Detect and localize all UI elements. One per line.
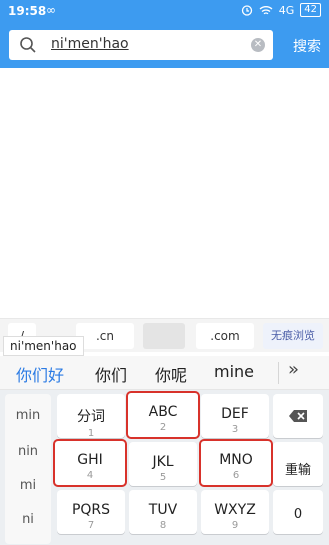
pinyin-composition: ni'men'hao bbox=[3, 336, 84, 356]
key-number: 2 bbox=[159, 422, 167, 433]
suggest-chip-cn[interactable]: .cn bbox=[76, 323, 134, 349]
key-number: 9 bbox=[231, 520, 239, 531]
side-option-mi[interactable]: mi bbox=[5, 478, 51, 493]
candidate-4[interactable]: mine bbox=[214, 362, 254, 381]
clear-icon[interactable]: ✕ bbox=[251, 38, 265, 52]
candidate-divider bbox=[278, 362, 279, 384]
key-5[interactable]: JKL 5 bbox=[129, 442, 197, 486]
status-bar: 19:58 ∞ 4G 42 bbox=[0, 0, 329, 22]
expand-candidates-button[interactable]: » bbox=[288, 359, 299, 380]
key-label: TUV bbox=[148, 502, 178, 518]
side-option-min[interactable]: min bbox=[5, 408, 51, 423]
key-0[interactable]: 0 bbox=[273, 490, 323, 534]
key-label: DEF bbox=[221, 406, 249, 422]
candidate-3[interactable]: 你呢 bbox=[155, 362, 187, 386]
search-query: ni'men'hao bbox=[51, 36, 129, 52]
key-label: 重输 bbox=[284, 463, 311, 478]
key-2[interactable]: ABC 2 bbox=[126, 391, 200, 439]
key-number: 5 bbox=[159, 472, 167, 483]
reset-key[interactable]: 重输 bbox=[273, 442, 323, 486]
search-input[interactable]: ni'men'hao ✕ bbox=[9, 30, 273, 60]
pinyin-side-list: min nin mi ni bbox=[5, 394, 51, 544]
key-4[interactable]: GHI 4 bbox=[53, 439, 127, 487]
incognito-button[interactable]: 无痕浏览 bbox=[263, 323, 323, 349]
key-6[interactable]: MNO 6 bbox=[199, 439, 273, 487]
status-time: 19:58 bbox=[8, 4, 47, 18]
alarm-icon bbox=[241, 5, 252, 16]
key-label: GHI bbox=[77, 452, 103, 468]
key-number: 4 bbox=[86, 470, 94, 481]
status-icons: 4G 42 bbox=[241, 3, 321, 17]
search-icon bbox=[20, 37, 36, 53]
suggest-chip-blank[interactable] bbox=[143, 323, 185, 349]
key-1[interactable]: 分词 1 bbox=[57, 394, 125, 439]
search-button[interactable]: 搜索 bbox=[293, 36, 321, 56]
key-number: 1 bbox=[87, 428, 95, 439]
backspace-icon bbox=[289, 410, 307, 422]
key-number: 3 bbox=[231, 424, 239, 435]
key-label: MNO bbox=[219, 452, 253, 468]
key-7[interactable]: PQRS 7 bbox=[57, 490, 125, 534]
key-label: WXYZ bbox=[214, 502, 256, 518]
candidate-1[interactable]: 你们好 bbox=[16, 362, 64, 386]
key-label: PQRS bbox=[71, 502, 111, 518]
key-label: ABC bbox=[148, 404, 178, 420]
candidate-2[interactable]: 你们 bbox=[95, 362, 127, 386]
side-option-nin[interactable]: nin bbox=[5, 444, 51, 459]
key-label: JKL bbox=[152, 454, 174, 470]
key-8[interactable]: TUV 8 bbox=[129, 490, 197, 534]
key-label: 0 bbox=[293, 507, 303, 522]
signal-icon: 4G bbox=[278, 3, 295, 17]
side-option-ni[interactable]: ni bbox=[5, 512, 51, 527]
key-9[interactable]: WXYZ 9 bbox=[201, 490, 269, 534]
key-3[interactable]: DEF 3 bbox=[201, 394, 269, 438]
key-number: 8 bbox=[159, 520, 167, 531]
suggest-chip-com[interactable]: .com bbox=[196, 323, 254, 349]
link-icon: ∞ bbox=[46, 3, 56, 17]
key-label: 分词 bbox=[77, 409, 105, 425]
search-header: 19:58 ∞ 4G 42 ni'men'hao ✕ 搜索 bbox=[0, 0, 329, 68]
key-number: 6 bbox=[232, 470, 240, 481]
backspace-key[interactable] bbox=[273, 394, 323, 438]
t9-keyboard: min nin mi ni 分词 1 ABC 2 DEF 3 GHI 4 JKL… bbox=[0, 390, 329, 545]
candidate-bar: 你们好 你们 你呢 mine » bbox=[0, 356, 329, 390]
key-number: 7 bbox=[87, 520, 95, 531]
wifi-icon bbox=[259, 5, 273, 14]
battery-icon: 42 bbox=[300, 3, 321, 17]
